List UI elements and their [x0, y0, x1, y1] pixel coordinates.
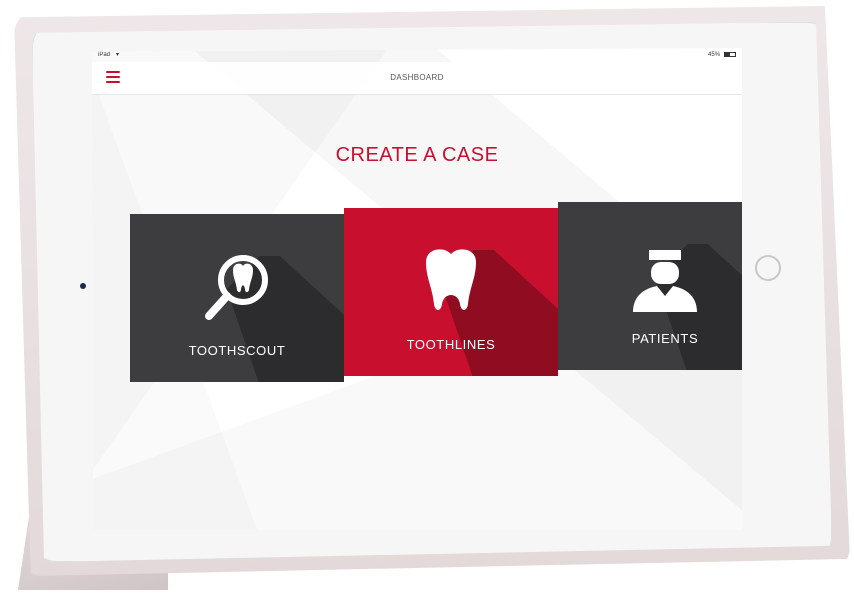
device-name: iPad	[98, 52, 111, 58]
patient-icon	[633, 250, 697, 312]
home-button[interactable]	[755, 255, 781, 281]
tablet-screen: iPad ▾ 45% DASHBOARD CREATE A CASE TOOTH…	[92, 48, 742, 530]
page-title: CREATE A CASE	[335, 144, 499, 166]
magnifier-tooth-icon	[205, 255, 268, 320]
tooth-icon	[426, 249, 476, 310]
battery-icon	[724, 52, 736, 57]
tile-label: TOOTHLINES	[406, 337, 496, 352]
tile-label: PATIENTS	[631, 331, 699, 346]
nav-title: DASHBOARD	[390, 73, 444, 82]
tile-label: TOOTHSCOUT	[188, 343, 286, 358]
toothlines-tile[interactable]: TOOTHLINES	[344, 208, 558, 376]
navigation-bar: DASHBOARD	[92, 62, 742, 95]
battery-percentage: 45%	[707, 52, 720, 58]
front-camera	[80, 283, 86, 289]
wifi-icon: ▾	[116, 52, 120, 58]
toothscout-tile[interactable]: TOOTHSCOUT	[130, 214, 344, 382]
patients-tile[interactable]: PATIENTS	[558, 202, 742, 370]
